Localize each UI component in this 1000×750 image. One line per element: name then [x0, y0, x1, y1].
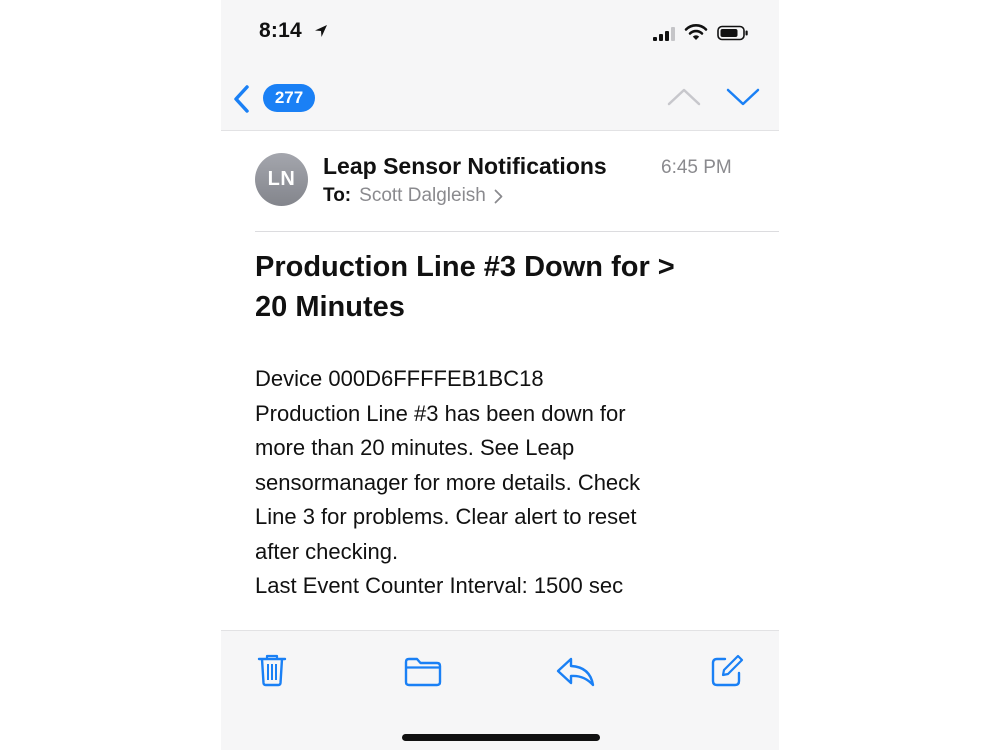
email-time: 6:45 PM	[661, 157, 732, 178]
recipient-name[interactable]: Scott Dalgleish	[359, 185, 486, 207]
body-line: sensormanager for more details. Check	[255, 469, 641, 495]
body-line: Device 000D6FFFFEB1BC18	[255, 366, 544, 391]
sender-name[interactable]: Leap Sensor Notifications	[323, 153, 607, 180]
body-line: more than 20 minutes. See Leap	[255, 435, 575, 460]
body-line: Line 3 for problems. Clear alert to rese…	[255, 504, 637, 529]
email-body: Device 000D6FFFFEB1BC18 Production Line …	[255, 362, 755, 604]
body-line: Last Event Counter Interval: 1500 sec	[255, 573, 624, 598]
header-divider	[255, 231, 779, 232]
compose-icon[interactable]	[710, 654, 744, 688]
email-subject: Production Line #3 Down for > 20 Minutes	[255, 247, 755, 327]
reply-icon[interactable]	[556, 656, 596, 688]
folder-icon[interactable]	[404, 657, 442, 687]
cellular-signal-icon	[653, 27, 675, 41]
status-time: 8:14	[259, 19, 302, 42]
body-line: Production Line #3 has been down for	[255, 400, 626, 426]
battery-icon	[717, 25, 748, 41]
message-count-badge[interactable]: 277	[263, 84, 315, 112]
chevron-right-icon[interactable]	[494, 189, 503, 204]
body-line: after checking.	[255, 538, 399, 564]
sender-avatar[interactable]: LN	[255, 153, 308, 206]
back-chevron-icon[interactable]	[231, 84, 253, 114]
home-indicator[interactable]	[402, 734, 600, 741]
bottom-toolbar	[221, 630, 779, 750]
wifi-icon	[684, 24, 708, 40]
subject-line: 20 Minutes	[255, 291, 405, 323]
top-bar: 8:14 277	[221, 0, 779, 131]
recipient-line[interactable]: To: Scott Dalgleish	[323, 185, 503, 207]
trash-icon[interactable]	[257, 653, 287, 687]
previous-message-chevron-icon[interactable]	[667, 86, 701, 108]
next-message-chevron-icon[interactable]	[726, 86, 760, 108]
phone-screen: 8:14 277 LN Leap Sensor Notifications 6:…	[221, 0, 779, 750]
to-label: To:	[323, 185, 352, 206]
subject-line: Production Line #3 Down for >	[255, 251, 675, 283]
location-arrow-icon	[315, 25, 327, 37]
